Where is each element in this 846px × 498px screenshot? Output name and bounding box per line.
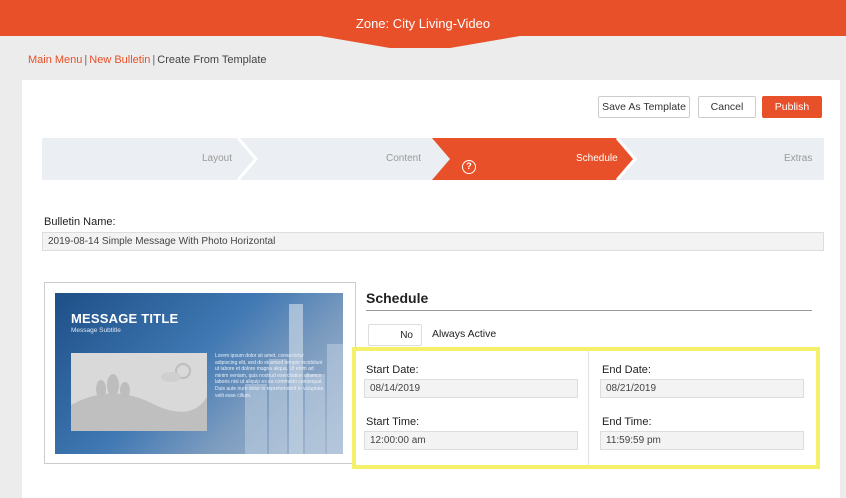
always-active-label: Always Active bbox=[432, 328, 497, 340]
preview-canvas: MESSAGE TITLE Message Subtitle Lorem ips… bbox=[55, 293, 343, 454]
schedule-heading: Schedule bbox=[366, 290, 429, 306]
toggle-value: No bbox=[400, 330, 413, 341]
step-content[interactable]: Content bbox=[386, 153, 421, 164]
step-schedule[interactable]: Schedule bbox=[576, 153, 618, 164]
bulletin-name-input[interactable]: 2019-08-14 Simple Message With Photo Hor… bbox=[42, 232, 824, 251]
breadcrumb-separator: | bbox=[84, 54, 88, 66]
schedule-divider bbox=[366, 310, 812, 311]
start-time-input[interactable]: 12:00:00 am bbox=[364, 431, 578, 450]
start-date-input[interactable]: 08/14/2019 bbox=[364, 379, 578, 398]
breadcrumb-separator: | bbox=[152, 54, 156, 66]
landscape-image-icon bbox=[71, 363, 207, 431]
breadcrumb-current: Create From Template bbox=[157, 54, 267, 66]
start-date-label: Start Date: bbox=[366, 364, 419, 376]
breadcrumb-new-bulletin[interactable]: New Bulletin bbox=[89, 54, 150, 66]
breadcrumb: Main Menu | New Bulletin | Create From Templ… bbox=[28, 54, 267, 66]
cancel-button[interactable]: Cancel bbox=[698, 96, 756, 118]
wizard-steps-bar bbox=[42, 138, 824, 180]
end-time-input[interactable]: 11:59:59 pm bbox=[600, 431, 804, 450]
step-extras[interactable]: Extras bbox=[784, 153, 812, 164]
bulletin-preview: MESSAGE TITLE Message Subtitle Lorem ips… bbox=[44, 282, 356, 464]
save-as-template-button[interactable]: Save As Template bbox=[598, 96, 690, 118]
preview-building bbox=[327, 344, 343, 454]
bulletin-panel: Save As Template Cancel Publish Layout C… bbox=[22, 80, 840, 498]
step-layout[interactable]: Layout bbox=[202, 153, 232, 164]
schedule-highlight-box bbox=[352, 347, 820, 469]
start-time-label: Start Time: bbox=[366, 416, 420, 428]
always-active-toggle[interactable]: No bbox=[368, 324, 422, 346]
end-date-label: End Date: bbox=[602, 364, 651, 376]
end-time-label: End Time: bbox=[602, 416, 652, 428]
breadcrumb-main-menu[interactable]: Main Menu bbox=[28, 54, 82, 66]
bulletin-name-label: Bulletin Name: bbox=[44, 216, 116, 228]
preview-photo-placeholder bbox=[71, 353, 207, 431]
publish-button[interactable]: Publish bbox=[762, 96, 822, 118]
zone-header: Zone: City Living-Video bbox=[0, 0, 846, 48]
end-date-input[interactable]: 08/21/2019 bbox=[600, 379, 804, 398]
help-circle-icon[interactable]: ? bbox=[462, 160, 476, 174]
wizard-steps: Layout Content ? Schedule Extras bbox=[42, 138, 824, 180]
preview-title: MESSAGE TITLE bbox=[71, 311, 179, 326]
preview-body-text: Lorem ipsum dolor sit amet, consectetur … bbox=[215, 353, 324, 399]
preview-subtitle: Message Subtitle bbox=[71, 327, 121, 334]
zone-title: Zone: City Living-Video bbox=[355, 16, 491, 31]
schedule-column-divider bbox=[588, 351, 589, 465]
